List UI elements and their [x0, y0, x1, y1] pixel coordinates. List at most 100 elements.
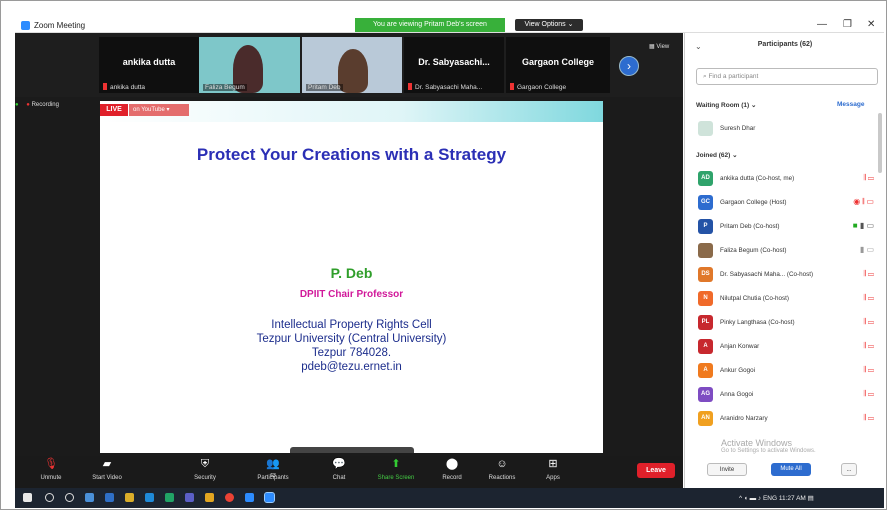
- avatar: AD: [698, 171, 713, 186]
- video-off-icon: ▰: [102, 458, 112, 470]
- participant-row[interactable]: DS Dr. Sabyasachi Maha... (Co-host) 𝄂 ▭: [698, 267, 878, 284]
- participant-row[interactable]: Faliza Begum (Co-host) ▮ ▭: [698, 243, 878, 260]
- share-screen-button[interactable]: ⬆ Share Screen: [374, 458, 418, 481]
- close-icon[interactable]: ✕: [867, 19, 875, 30]
- mic-off-icon: 🎙: [44, 458, 58, 470]
- taskbar-app-icon[interactable]: [245, 493, 254, 502]
- record-button[interactable]: ⬤ Record: [430, 458, 474, 481]
- mic-icon: ▮ ▭: [859, 245, 874, 254]
- video-tile-ankika[interactable]: ankika dutta ankika dutta: [99, 37, 199, 93]
- tile-label: Faliza Begum: [203, 84, 247, 91]
- joined-header[interactable]: Joined (62) ⌄: [696, 151, 738, 159]
- participant-row[interactable]: AG Anna Gogoi 𝄂 ▭: [698, 387, 878, 404]
- more-button[interactable]: ...: [841, 463, 857, 476]
- chrome-icon[interactable]: [225, 493, 234, 502]
- mic-off-icon: 𝄂 ▭: [863, 341, 874, 350]
- mic-off-icon: [103, 83, 107, 90]
- reactions-icon: ☺: [496, 458, 508, 470]
- zoom-taskbar-icon[interactable]: [264, 492, 275, 503]
- view-options-label: View Options: [524, 21, 566, 28]
- waiting-list-item[interactable]: Suresh Dhar: [698, 121, 878, 138]
- reactions-button[interactable]: ☺ Reactions: [480, 458, 524, 481]
- taskbar-app-icon[interactable]: [105, 493, 114, 502]
- live-stream-bar: LIVE on YouTube ▾: [100, 101, 603, 122]
- taskbar-app-icon[interactable]: [125, 493, 134, 502]
- maximize-icon[interactable]: ❐: [843, 19, 852, 30]
- video-tile-sabyasachi[interactable]: Dr. Sabyasachi... Dr. Sabyasachi Maha...: [404, 37, 504, 93]
- avatar: A: [698, 363, 713, 378]
- search-icon[interactable]: [45, 493, 54, 502]
- taskbar-app-icon[interactable]: [145, 493, 154, 502]
- share-control-tab[interactable]: [290, 447, 414, 453]
- recording-label: Recording: [31, 102, 59, 108]
- participant-row[interactable]: P Pritam Deb (Co-host) ■ ▮ ▭: [698, 219, 878, 236]
- waiting-room-header[interactable]: Waiting Room (1) ⌄: [696, 101, 756, 109]
- video-tile-pritam[interactable]: Pritam Deb: [302, 37, 402, 93]
- message-button[interactable]: Message: [837, 101, 864, 108]
- leave-button[interactable]: Leave: [637, 463, 675, 478]
- panel-scrollbar[interactable]: [878, 113, 882, 173]
- zoom-app-icon: [21, 21, 30, 30]
- shield-icon: ●: [15, 102, 19, 108]
- participants-panel: ⌄ Participants (62) ⌕ Find a participant…: [684, 33, 884, 488]
- participant-row[interactable]: A Ankur Gogoi 𝄂 ▭: [698, 363, 878, 380]
- invite-button[interactable]: Invite: [707, 463, 747, 476]
- people-icon: 👥63: [266, 458, 280, 479]
- taskbar-app-icon[interactable]: [165, 493, 174, 502]
- minimize-icon[interactable]: —: [817, 19, 827, 30]
- participants-button[interactable]: 👥63 Participants: [251, 458, 295, 481]
- shield-icon: ⛨: [200, 458, 210, 470]
- avatar: N: [698, 291, 713, 306]
- apps-button[interactable]: ⊞ Apps: [531, 458, 575, 481]
- avatar: GC: [698, 195, 713, 210]
- taskbar-app-icon[interactable]: [85, 493, 94, 502]
- tile-label: ankika dutta: [103, 83, 145, 91]
- view-button[interactable]: ▦ View: [649, 43, 669, 50]
- record-icon: ⬤: [445, 458, 459, 470]
- mic-off-icon: ◉ 𝄂 ▭: [853, 197, 874, 206]
- participants-title: Participants (62): [757, 41, 813, 48]
- screenshot-frame: Zoom Meeting You are viewing Pritam Deb'…: [0, 0, 887, 510]
- unmute-button[interactable]: 🎙 Unmute: [29, 458, 73, 481]
- participants-footer: Invite Mute All ...: [685, 458, 885, 488]
- start-icon[interactable]: [23, 493, 32, 502]
- live-badge[interactable]: LIVE: [100, 104, 128, 116]
- start-video-button[interactable]: ▰ Start Video: [85, 458, 129, 481]
- taskbar-app-icon[interactable]: [205, 493, 214, 502]
- avatar: [698, 121, 713, 136]
- participant-row[interactable]: AD ankika dutta (Co-host, me) 𝄂 ▭: [698, 171, 878, 188]
- participant-row[interactable]: N Nilutpal Chutia (Co-host) 𝄂 ▭: [698, 291, 878, 308]
- slide-title: Protect Your Creations with a Strategy: [196, 145, 507, 164]
- mic-off-icon: [510, 83, 514, 90]
- mute-all-button[interactable]: Mute All: [771, 463, 811, 476]
- video-tile-faliza[interactable]: Faliza Begum: [199, 37, 300, 93]
- next-page-icon[interactable]: ›: [619, 56, 639, 76]
- avatar: DS: [698, 267, 713, 282]
- slide-role: DPIIT Chair Professor: [299, 289, 404, 300]
- mic-off-icon: 𝄂 ▭: [863, 269, 874, 278]
- tile-label: Pritam Deb: [306, 84, 343, 91]
- view-options-button[interactable]: View Options ⌄: [515, 19, 583, 31]
- avatar: [698, 243, 713, 258]
- participant-row[interactable]: GC Gargaon College (Host) ◉ 𝄂 ▭: [698, 195, 878, 212]
- avatar: AN: [698, 411, 713, 426]
- security-button[interactable]: ⛨ Security: [183, 458, 227, 481]
- screen-share-icon: ■ ▮ ▭: [852, 221, 874, 230]
- chat-button[interactable]: 💬 Chat: [317, 458, 361, 481]
- participant-row[interactable]: A Anjan Konwar 𝄂 ▭: [698, 339, 878, 356]
- taskbar-app-icon[interactable]: [185, 493, 194, 502]
- meeting-toolbar: 🎙 Unmute ▰ Start Video ⛨ Security 👥63 Partic…: [15, 456, 683, 488]
- participant-row[interactable]: AN Aranidro Narzary 𝄂 ▭: [698, 411, 878, 428]
- tile-name: Dr. Sabyasachi...: [418, 57, 490, 67]
- youtube-stream-dropdown[interactable]: on YouTube ▾: [129, 104, 189, 116]
- video-tile-gargaon[interactable]: Gargaon College Gargaon College: [506, 37, 610, 93]
- windows-taskbar: ^ ◖ ▬ ♪ ENG 11:27 AM ▤: [15, 488, 884, 508]
- tile-label: Dr. Sabyasachi Maha...: [408, 83, 482, 91]
- task-view-icon[interactable]: [65, 493, 74, 502]
- system-tray: ^ ◖ ▬ ♪ ENG 11:27 AM ▤: [739, 495, 814, 502]
- avatar: A: [698, 339, 713, 354]
- participant-row[interactable]: PL Pinky Langthasa (Co-host) 𝄂 ▭: [698, 315, 878, 332]
- mic-off-icon: 𝄂 ▭: [863, 173, 874, 182]
- participant-search-input[interactable]: ⌕ Find a participant: [696, 68, 878, 85]
- recording-indicator[interactable]: ● ● Recording: [15, 102, 107, 115]
